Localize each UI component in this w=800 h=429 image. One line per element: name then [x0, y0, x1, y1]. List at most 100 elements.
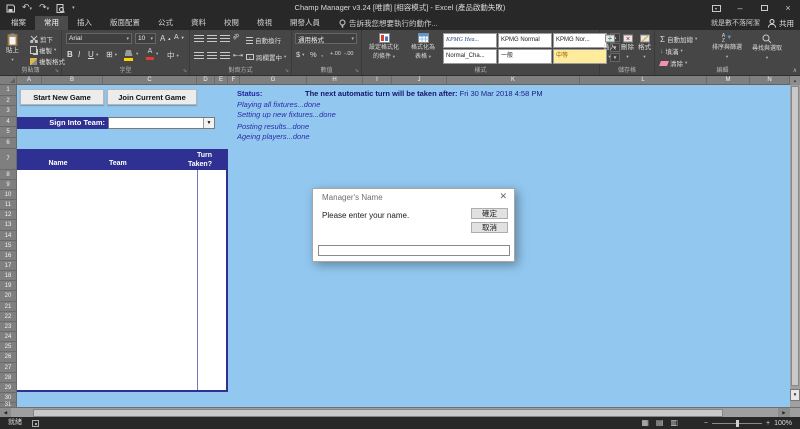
- row-header-12[interactable]: 12: [0, 210, 17, 220]
- dialog-close-icon[interactable]: ✕: [499, 191, 507, 202]
- font-color-dropdown-icon[interactable]: ▾: [156, 51, 158, 57]
- number-format-combo[interactable]: 通用格式▾: [295, 33, 357, 44]
- row-header-18[interactable]: 18: [0, 271, 17, 281]
- row-header-2[interactable]: 2: [0, 96, 17, 107]
- paste-button[interactable]: 貼上 ▾: [6, 33, 19, 63]
- scroll-down-icon[interactable]: ▼: [790, 389, 800, 401]
- font-size-combo[interactable]: 10▾: [135, 33, 156, 44]
- row-header-11[interactable]: 11: [0, 200, 17, 210]
- font-dialog-launcher-icon[interactable]: ⇘: [183, 68, 187, 74]
- grow-font-icon[interactable]: A▲: [160, 34, 171, 43]
- font-name-combo[interactable]: Arial▾: [66, 33, 132, 44]
- restore-icon[interactable]: [752, 0, 776, 16]
- style-gallery-item-2[interactable]: KPMG Nor...: [553, 33, 607, 48]
- row-header-25[interactable]: 25: [0, 342, 17, 352]
- column-header-B[interactable]: B: [42, 76, 103, 85]
- ok-button[interactable]: 確定: [471, 208, 508, 219]
- fill-color-dropdown-icon[interactable]: ▾: [136, 51, 138, 57]
- increase-decimal-icon[interactable]: +.00: [330, 51, 341, 57]
- alignment-dialog-launcher-icon[interactable]: ⇘: [285, 68, 289, 74]
- row-header-17[interactable]: 17: [0, 261, 17, 271]
- join-current-game-button[interactable]: Join Current Game: [107, 89, 197, 105]
- align-bottom-icon[interactable]: [220, 35, 230, 42]
- fill-button[interactable]: ↓填滿▾: [660, 46, 683, 56]
- ribbon-display-options-icon[interactable]: ▾: [704, 0, 728, 16]
- row-header-1[interactable]: 1: [0, 85, 17, 96]
- row-header-3[interactable]: 3: [0, 106, 17, 117]
- align-right-icon[interactable]: [220, 52, 230, 59]
- underline-dropdown-icon[interactable]: ▾: [96, 52, 98, 58]
- align-middle-icon[interactable]: [207, 35, 217, 42]
- column-header-L[interactable]: L: [580, 76, 707, 85]
- find-select-button[interactable]: 尋找與選取 ▾: [749, 34, 785, 61]
- tab-1[interactable]: 常用: [35, 16, 68, 30]
- format-cells-button[interactable]: 格式 ▾: [638, 34, 651, 60]
- style-gallery-item-3[interactable]: Normal_Cha...: [443, 49, 497, 64]
- cut-button[interactable]: 剪下: [30, 34, 53, 44]
- name-input[interactable]: [318, 245, 510, 256]
- align-center-icon[interactable]: [207, 52, 217, 59]
- style-gallery-item-0[interactable]: KPMG Hea...: [443, 33, 497, 48]
- row-header-26[interactable]: 26: [0, 352, 17, 362]
- percent-icon[interactable]: %: [310, 50, 317, 59]
- cancel-button[interactable]: 取消: [471, 222, 508, 233]
- zoom-out-icon[interactable]: −: [704, 420, 708, 427]
- macro-record-icon[interactable]: [32, 420, 39, 427]
- tab-2[interactable]: 插入: [68, 16, 101, 30]
- align-top-icon[interactable]: [194, 35, 204, 42]
- style-gallery-item-1[interactable]: KPMG Normal: [498, 33, 552, 48]
- row-header-14[interactable]: 14: [0, 231, 17, 241]
- comma-style-icon[interactable]: ,: [321, 49, 323, 58]
- column-header-J[interactable]: J: [392, 76, 447, 85]
- zoom-in-icon[interactable]: +: [766, 420, 770, 427]
- style-gallery-item-5[interactable]: 中等: [553, 49, 607, 64]
- column-header-A[interactable]: A: [17, 76, 42, 85]
- dropdown-arrow-icon[interactable]: ▼: [203, 118, 214, 128]
- decrease-decimal-icon[interactable]: -.00: [344, 51, 353, 57]
- bold-button[interactable]: B: [67, 50, 73, 59]
- start-new-game-button[interactable]: Start New Game: [20, 89, 104, 105]
- column-header-I[interactable]: I: [363, 76, 392, 85]
- sort-filter-button[interactable]: AZ▼ 排序與篩選 ▾: [709, 34, 745, 60]
- column-header-K[interactable]: K: [447, 76, 580, 85]
- row-header-27[interactable]: 27: [0, 363, 17, 373]
- select-all-corner[interactable]: [0, 76, 17, 85]
- page-break-view-icon[interactable]: ▥: [670, 417, 678, 429]
- row-header-6[interactable]: 6: [0, 138, 17, 149]
- fill-color-icon[interactable]: [124, 50, 133, 61]
- row-header-8[interactable]: 8: [0, 170, 17, 180]
- row-header-22[interactable]: 22: [0, 312, 17, 322]
- row-header-16[interactable]: 16: [0, 251, 17, 261]
- tab-8[interactable]: 開發人員: [281, 16, 329, 30]
- copy-button[interactable]: 複製 ▾: [30, 45, 56, 55]
- insert-cells-button[interactable]: + 插入 ▾: [603, 34, 616, 60]
- row-header-28[interactable]: 28: [0, 373, 17, 383]
- tab-5[interactable]: 資料: [182, 16, 215, 30]
- row-header-13[interactable]: 13: [0, 220, 17, 230]
- row-header-9[interactable]: 9: [0, 180, 17, 190]
- orientation-icon[interactable]: ab: [232, 33, 241, 42]
- tab-6[interactable]: 校閱: [215, 16, 248, 30]
- autosum-button[interactable]: Σ自動加總▾: [660, 34, 697, 44]
- delete-cells-button[interactable]: × 刪除 ▾: [621, 34, 634, 60]
- clipboard-dialog-launcher-icon[interactable]: ⇘: [55, 68, 59, 74]
- wrap-text-button[interactable]: 自動換行: [246, 35, 281, 45]
- number-dialog-launcher-icon[interactable]: ⇘: [355, 68, 359, 74]
- currency-icon[interactable]: $▾: [296, 50, 304, 59]
- align-left-icon[interactable]: [194, 52, 204, 59]
- share-button[interactable]: 共用: [768, 18, 794, 29]
- tab-3[interactable]: 版面配置: [101, 16, 149, 30]
- horizontal-scroll-thumb[interactable]: [33, 409, 723, 417]
- font-color-icon[interactable]: A: [146, 49, 154, 60]
- minimize-icon[interactable]: –: [728, 0, 752, 16]
- zoom-slider[interactable]: [712, 423, 762, 424]
- scroll-left-icon[interactable]: ◀: [0, 408, 11, 417]
- italic-button[interactable]: I: [78, 50, 80, 59]
- indent-icons[interactable]: ⇤⇥: [233, 52, 243, 59]
- row-header-23[interactable]: 23: [0, 322, 17, 332]
- underline-button[interactable]: U: [88, 50, 94, 59]
- column-header-M[interactable]: M: [707, 76, 750, 85]
- row-header-19[interactable]: 19: [0, 281, 17, 291]
- scroll-right-icon[interactable]: ▶: [778, 408, 790, 417]
- collapse-ribbon-icon[interactable]: ∧: [793, 67, 797, 74]
